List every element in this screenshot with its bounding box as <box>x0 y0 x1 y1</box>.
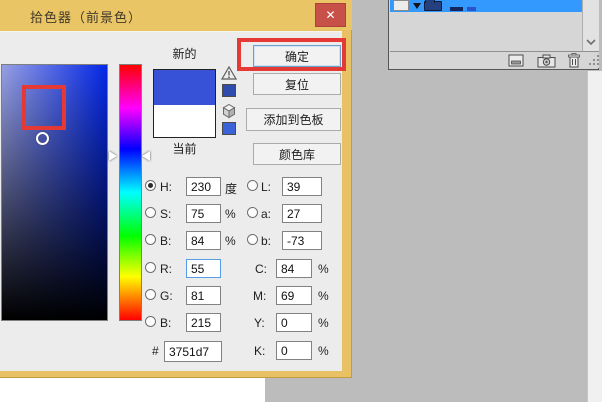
color-preview-swatch <box>153 69 216 138</box>
h-label: H: <box>160 180 172 194</box>
layer-thumbnail[interactable] <box>393 0 409 11</box>
truncated-label-fragment <box>467 7 476 11</box>
truncated-label-fragment <box>450 7 463 11</box>
y-label: Y: <box>254 316 265 330</box>
hex-input[interactable] <box>164 341 222 362</box>
a-label: a: <box>261 207 271 221</box>
b-hsb-radio[interactable] <box>145 234 156 245</box>
delete-trash-icon[interactable] <box>567 53 581 68</box>
g-radio[interactable] <box>145 289 156 300</box>
annotation-box-color-field <box>22 85 66 130</box>
b-rgb-radio[interactable] <box>145 316 156 327</box>
k-label: K: <box>254 344 265 358</box>
selected-layer-row[interactable] <box>390 0 583 12</box>
current-color-swatch <box>154 105 215 137</box>
c-input[interactable] <box>276 259 312 278</box>
add-to-swatches-button[interactable]: 添加到色板 <box>246 108 341 131</box>
s-unit: % <box>225 207 236 221</box>
g-label: G: <box>160 289 173 303</box>
a-radio[interactable] <box>247 207 258 218</box>
y-input[interactable] <box>276 313 312 332</box>
m-unit: % <box>318 289 329 303</box>
b-hsb-unit: % <box>225 234 236 248</box>
h-radio[interactable] <box>145 180 156 191</box>
s-radio[interactable] <box>145 207 156 218</box>
a-input[interactable] <box>282 204 322 223</box>
group-folder-icon <box>424 1 442 11</box>
expand-caret-icon[interactable] <box>413 3 421 9</box>
l-input[interactable] <box>282 177 322 196</box>
dialog-body: 新的 当前 确定 复位 添加到色板 颜色库 <box>0 31 342 371</box>
c-label: C: <box>255 262 267 276</box>
new-snapshot-camera-icon[interactable] <box>537 54 556 68</box>
hue-slider-strip[interactable] <box>119 64 142 321</box>
gamut-warning-icon[interactable] <box>221 66 237 80</box>
b-lab-radio[interactable] <box>247 234 258 245</box>
gamut-safe-color-swatch[interactable] <box>222 84 236 97</box>
web-color-cube-icon[interactable] <box>221 103 237 119</box>
k-input[interactable] <box>276 341 312 360</box>
layers-panel-fragment <box>388 0 599 70</box>
s-label: S: <box>160 207 171 221</box>
m-input[interactable] <box>276 286 312 305</box>
l-label: L: <box>261 180 271 194</box>
new-color-swatch <box>154 70 215 105</box>
r-label: R: <box>160 262 172 276</box>
b-hsb-input[interactable] <box>186 231 221 250</box>
annotation-box-ok-button <box>237 38 346 71</box>
web-safe-color-swatch[interactable] <box>222 122 236 135</box>
h-input[interactable] <box>186 177 221 196</box>
color-libraries-button[interactable]: 颜色库 <box>253 143 341 165</box>
hex-label: # <box>152 344 159 358</box>
s-input[interactable] <box>186 204 221 223</box>
l-radio[interactable] <box>247 180 258 191</box>
document-canvas-background <box>0 378 265 402</box>
right-panel-edge <box>587 71 602 402</box>
r-input[interactable] <box>186 259 221 278</box>
hue-slider-right-arrow-icon[interactable] <box>142 151 150 161</box>
m-label: M: <box>253 289 266 303</box>
color-field-marker[interactable] <box>36 132 49 145</box>
scroll-down-icon[interactable] <box>586 38 596 46</box>
close-button[interactable]: ✕ <box>315 3 346 27</box>
dialog-title: 拾色器（前景色） <box>30 7 142 26</box>
r-radio[interactable] <box>145 262 156 273</box>
h-unit: 度 <box>225 180 237 197</box>
g-input[interactable] <box>186 286 221 305</box>
new-document-from-state-icon[interactable] <box>508 54 524 67</box>
b-rgb-label: B: <box>160 316 171 330</box>
y-unit: % <box>318 316 329 330</box>
panel-scrollbar[interactable] <box>582 0 599 51</box>
screenshot-canvas: 拾色器（前景色） ✕ 新的 当前 <box>0 0 602 402</box>
b-rgb-input[interactable] <box>186 313 221 332</box>
b-lab-label: b: <box>261 234 271 248</box>
k-unit: % <box>318 344 329 358</box>
c-unit: % <box>318 262 329 276</box>
b-hsb-label: B: <box>160 234 171 248</box>
reset-button[interactable]: 复位 <box>253 73 341 95</box>
new-color-label: 新的 <box>153 45 216 62</box>
b-lab-input[interactable] <box>282 231 322 250</box>
current-color-label: 当前 <box>153 140 216 157</box>
panel-resize-grip[interactable] <box>589 55 600 66</box>
dialog-titlebar[interactable]: 拾色器（前景色） ✕ <box>0 0 352 30</box>
hue-slider-left-arrow-icon[interactable] <box>109 151 117 161</box>
panel-icon-bar <box>390 52 599 68</box>
